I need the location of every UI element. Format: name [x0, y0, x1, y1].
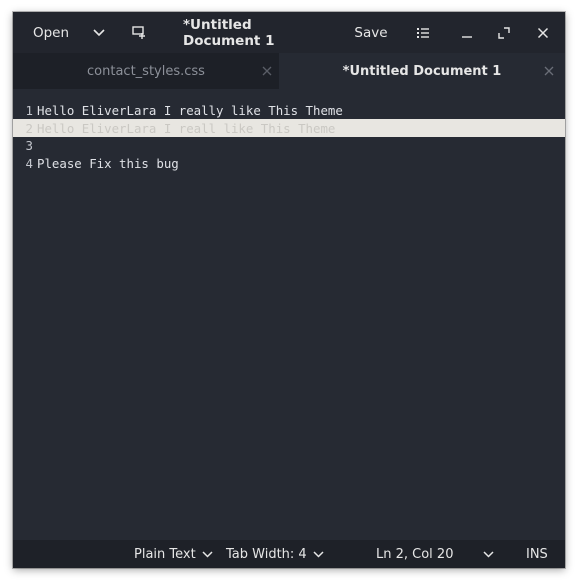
insert-mode-label: INS	[526, 546, 548, 562]
position-menu-button[interactable]	[483, 540, 494, 568]
maximize-button[interactable]	[490, 12, 518, 53]
tab-width-selector[interactable]: Tab Width: 4	[226, 540, 324, 568]
language-selector[interactable]: Plain Text	[134, 540, 213, 568]
tab-close-button[interactable]	[539, 53, 559, 89]
status-bar: Plain Text Tab Width: 4 Ln 2, Col 20 INS	[13, 540, 565, 568]
new-document-icon	[132, 26, 145, 39]
chevron-down-icon	[483, 550, 494, 558]
save-button[interactable]: Save	[348, 12, 394, 53]
close-window-button[interactable]	[529, 12, 557, 53]
header-bar: Open *Untitled Document 1 Save	[13, 12, 565, 53]
cursor-position[interactable]: Ln 2, Col 20	[376, 540, 453, 568]
line-number: 1	[25, 102, 33, 118]
editor-line[interactable]: 4 Please Fix this bug	[13, 154, 565, 172]
tab-width-label: Tab Width: 4	[226, 546, 307, 562]
insert-mode-indicator[interactable]: INS	[526, 540, 548, 568]
editor-line-current[interactable]: 2 Hello EliverLara I reall like This The…	[13, 119, 565, 137]
editor-window: Open *Untitled Document 1 Save contact_s…	[13, 12, 565, 568]
line-number: 4	[25, 155, 33, 171]
chevron-down-icon	[313, 550, 324, 558]
window-title: *Untitled Document 1	[183, 16, 275, 49]
open-button[interactable]: Open	[23, 12, 79, 53]
close-icon	[544, 66, 554, 76]
main-menu-button[interactable]	[409, 12, 437, 53]
editor-line[interactable]: 3	[13, 136, 565, 154]
chevron-down-icon	[93, 28, 105, 36]
tab-untitled-document[interactable]: *Untitled Document 1	[279, 53, 565, 89]
tab-contact-styles[interactable]: contact_styles.css	[13, 53, 279, 89]
cursor-position-label: Ln 2, Col 20	[376, 546, 454, 562]
new-document-button[interactable]	[125, 12, 153, 53]
chevron-down-icon	[202, 550, 213, 558]
tab-label: *Untitled Document 1	[342, 63, 502, 79]
maximize-icon	[498, 26, 510, 39]
line-text: Hello EliverLara I reall like This Theme	[37, 120, 336, 136]
tab-bar: contact_styles.css *Untitled Document 1	[13, 53, 565, 89]
line-number: 2	[25, 120, 33, 136]
line-text: Please Fix this bug	[37, 155, 179, 171]
hamburger-list-icon	[417, 27, 429, 38]
open-button-label: Open	[32, 24, 70, 41]
tab-label: contact_styles.css	[87, 63, 205, 79]
editor-line[interactable]: 1 Hello EliverLara I really like This Th…	[13, 101, 565, 119]
minimize-button[interactable]	[453, 12, 481, 53]
close-icon	[537, 27, 549, 38]
tab-close-button[interactable]	[257, 53, 277, 89]
close-icon	[262, 66, 272, 76]
language-label: Plain Text	[134, 546, 196, 562]
text-editor[interactable]: 1 Hello EliverLara I really like This Th…	[13, 89, 565, 540]
save-button-label: Save	[354, 24, 388, 41]
line-number: 3	[25, 137, 33, 153]
open-menu-button[interactable]	[85, 12, 113, 53]
line-text: Hello EliverLara I really like This Them…	[37, 102, 343, 118]
minimize-icon	[462, 35, 472, 38]
